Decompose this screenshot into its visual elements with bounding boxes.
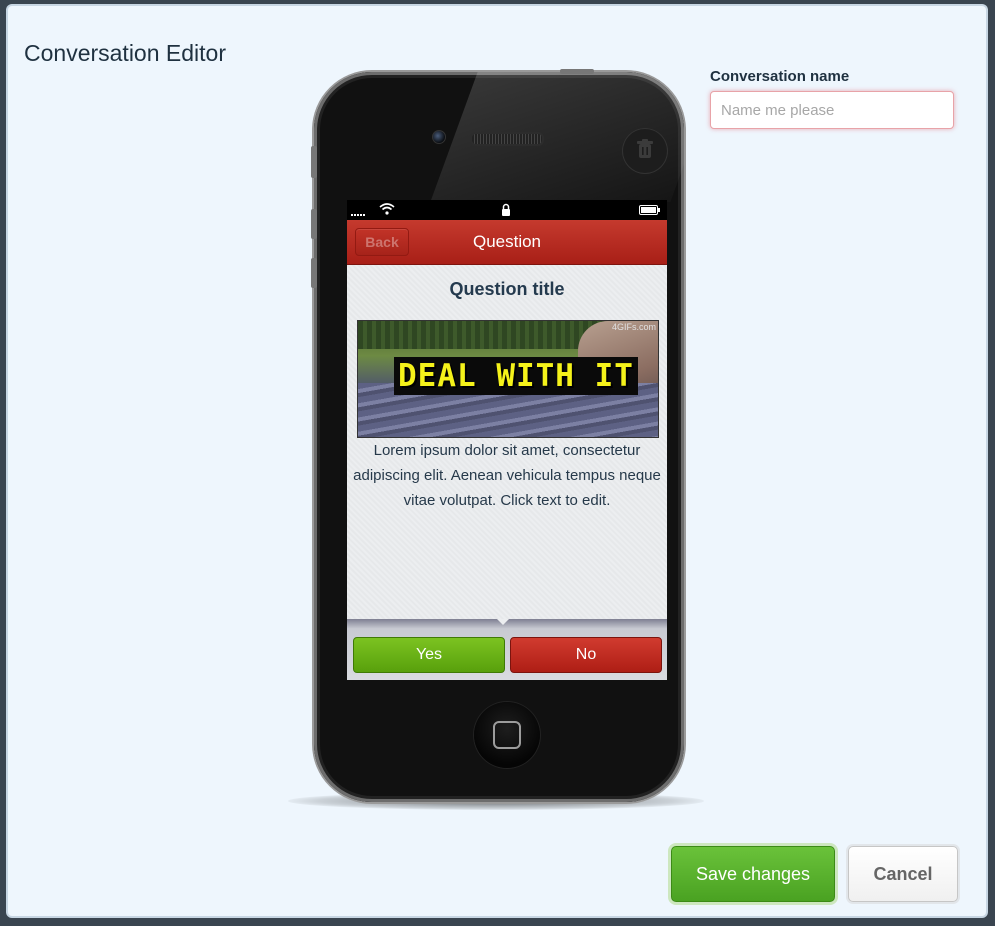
modal-title: Conversation Editor <box>24 40 226 66</box>
power-button <box>560 69 594 74</box>
question-title[interactable]: Question title <box>347 265 667 300</box>
home-button[interactable] <box>474 702 540 768</box>
volume-up-button <box>311 209 317 239</box>
yes-button[interactable]: Yes <box>353 637 505 673</box>
cancel-button[interactable]: Cancel <box>848 846 958 902</box>
question-body-text[interactable]: Lorem ipsum dolor sit amet, consectetur … <box>353 438 661 513</box>
conversation-name-label: Conversation name <box>710 68 850 85</box>
question-content: Question title DEAL WITH IT 4GIFs.com Lo… <box>347 265 667 620</box>
save-changes-button[interactable]: Save changes <box>671 846 835 902</box>
delete-button[interactable] <box>622 128 668 174</box>
wifi-icon <box>379 202 395 219</box>
phone-frame: Back Question Question title DEAL WITH I… <box>314 72 684 802</box>
gif-watermark: 4GIFs.com <box>611 322 656 332</box>
camera-icon <box>432 130 446 144</box>
conversation-name-input[interactable] <box>710 91 954 129</box>
conversation-editor-modal: Conversation Editor Conversation name Na… <box>8 6 986 916</box>
speaker-grille <box>470 132 544 146</box>
lock-icon <box>501 203 511 219</box>
trash-icon <box>636 138 654 164</box>
question-image[interactable]: DEAL WITH IT 4GIFs.com <box>357 320 659 438</box>
volume-down-button <box>311 258 317 288</box>
phone-screen: Back Question Question title DEAL WITH I… <box>347 200 667 680</box>
nav-bar: Back Question <box>347 220 667 265</box>
battery-icon <box>639 205 661 218</box>
back-button[interactable]: Back <box>355 228 409 256</box>
signal-icon <box>351 208 369 219</box>
gif-caption: DEAL WITH IT <box>394 357 638 395</box>
no-button[interactable]: No <box>510 637 662 673</box>
mute-switch <box>311 146 317 178</box>
status-bar <box>347 200 667 220</box>
home-button-icon <box>493 721 521 749</box>
answer-bar-notch <box>497 619 509 625</box>
